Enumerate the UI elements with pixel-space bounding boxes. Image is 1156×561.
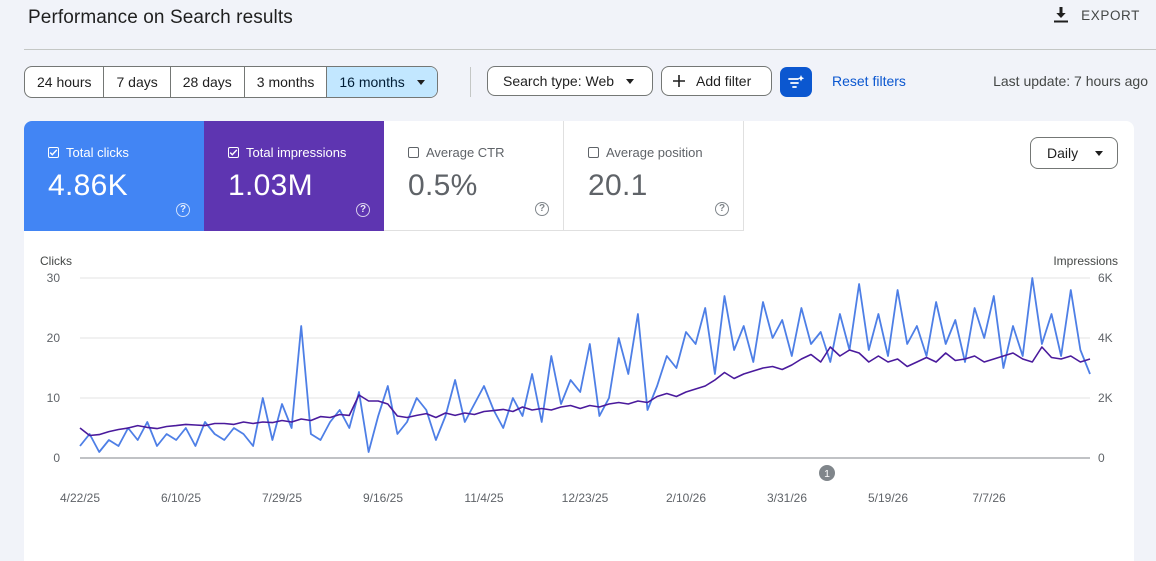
x-tick-label: 11/4/25 bbox=[464, 491, 503, 505]
header-divider bbox=[24, 49, 1156, 50]
y-left-axis-title: Clicks bbox=[40, 254, 72, 268]
x-tick-label: 6/10/25 bbox=[161, 491, 201, 505]
date-range-selector: 24 hours 7 days 28 days 3 months 16 mont… bbox=[24, 66, 438, 98]
metric-label: Total impressions bbox=[246, 145, 347, 160]
dropdown-arrow-icon bbox=[626, 78, 635, 84]
dropdown-arrow-icon bbox=[416, 79, 425, 85]
performance-card: Total clicks 4.86K ? Total impressions 1… bbox=[24, 121, 1134, 561]
metric-value: 1.03M bbox=[228, 169, 313, 202]
range-24-hours[interactable]: 24 hours bbox=[25, 67, 105, 97]
range-28-days[interactable]: 28 days bbox=[171, 67, 245, 97]
last-update-text: Last update: 7 hours ago bbox=[993, 73, 1148, 89]
reset-filters-link[interactable]: Reset filters bbox=[832, 73, 906, 89]
range-3-months[interactable]: 3 months bbox=[245, 67, 328, 97]
x-tick-label: 7/29/25 bbox=[262, 491, 302, 505]
y-right-tick-label: 2K bbox=[1098, 391, 1113, 405]
granularity-dropdown[interactable]: Daily bbox=[1030, 137, 1118, 169]
range-16-months[interactable]: 16 months bbox=[327, 67, 437, 97]
metric-value: 20.1 bbox=[588, 169, 648, 202]
help-icon[interactable]: ? bbox=[176, 203, 190, 217]
y-left-tick-label: 10 bbox=[47, 391, 61, 405]
checkbox-unchecked-icon[interactable] bbox=[408, 147, 419, 158]
y-left-tick-label: 30 bbox=[47, 271, 61, 285]
help-icon[interactable]: ? bbox=[715, 202, 729, 216]
y-right-axis-title: Impressions bbox=[1053, 254, 1118, 268]
add-filter-label: Add filter bbox=[696, 73, 752, 89]
metric-value: 0.5% bbox=[408, 169, 478, 202]
x-tick-label: 12/23/25 bbox=[562, 491, 609, 505]
series-line-clicks bbox=[79, 277, 1091, 453]
download-icon bbox=[1054, 7, 1069, 23]
x-tick-label: 9/16/25 bbox=[363, 491, 403, 505]
range-label: 28 days bbox=[182, 74, 232, 90]
search-type-label: Search type: Web bbox=[503, 73, 615, 89]
range-label: 24 hours bbox=[37, 74, 92, 90]
metric-value: 4.86K bbox=[48, 169, 128, 202]
x-tick-label: 2/10/26 bbox=[666, 491, 706, 505]
range-7-days[interactable]: 7 days bbox=[104, 67, 171, 97]
add-filter-button[interactable]: Add filter bbox=[661, 66, 772, 96]
filter-sparkle-icon bbox=[788, 75, 805, 88]
metric-average-ctr[interactable]: Average CTR 0.5% ? bbox=[384, 121, 564, 231]
y-left-tick-label: 0 bbox=[53, 451, 60, 465]
range-label: 7 days bbox=[116, 74, 158, 90]
metric-label: Average position bbox=[606, 145, 703, 160]
search-type-dropdown[interactable]: Search type: Web bbox=[487, 66, 653, 96]
range-label: 16 months bbox=[339, 74, 405, 90]
page-title: Performance on Search results bbox=[28, 7, 293, 28]
y-right-tick-label: 6K bbox=[1098, 271, 1113, 285]
export-button[interactable]: EXPORT bbox=[1053, 6, 1140, 24]
metric-average-position[interactable]: Average position 20.1 ? bbox=[564, 121, 744, 231]
granularity-label: Daily bbox=[1047, 145, 1079, 161]
plus-icon bbox=[673, 75, 685, 87]
dropdown-arrow-icon bbox=[1095, 151, 1103, 156]
y-right-tick-label: 0 bbox=[1098, 451, 1105, 465]
annotation-label: 1 bbox=[824, 468, 830, 480]
checkbox-unchecked-icon[interactable] bbox=[588, 147, 599, 158]
y-right-tick-label: 4K bbox=[1098, 331, 1113, 345]
range-label: 3 months bbox=[256, 74, 315, 90]
metric-label: Total clicks bbox=[66, 145, 129, 160]
x-tick-label: 3/31/26 bbox=[767, 491, 807, 505]
x-tick-label: 5/19/26 bbox=[868, 491, 908, 505]
metric-total-impressions[interactable]: Total impressions 1.03M ? bbox=[204, 121, 384, 231]
y-left-tick-label: 20 bbox=[47, 331, 61, 345]
x-tick-label: 4/22/25 bbox=[60, 491, 100, 505]
help-icon[interactable]: ? bbox=[356, 203, 370, 217]
help-icon[interactable]: ? bbox=[535, 202, 549, 216]
toolbar-divider bbox=[470, 67, 471, 97]
export-label: EXPORT bbox=[1081, 7, 1140, 23]
checkbox-checked-icon[interactable] bbox=[228, 147, 239, 158]
metric-label: Average CTR bbox=[426, 145, 505, 160]
filter-settings-button[interactable] bbox=[780, 67, 812, 97]
checkbox-checked-icon[interactable] bbox=[48, 147, 59, 158]
performance-chart: 0 10 20 30 0 2K 4K 6K Clicks Impressions 4/22/25 6/… bbox=[40, 254, 1118, 505]
series-line-impressions bbox=[79, 346, 1091, 437]
metric-total-clicks[interactable]: Total clicks 4.86K ? bbox=[24, 121, 204, 231]
x-tick-label: 7/7/26 bbox=[972, 491, 1006, 505]
